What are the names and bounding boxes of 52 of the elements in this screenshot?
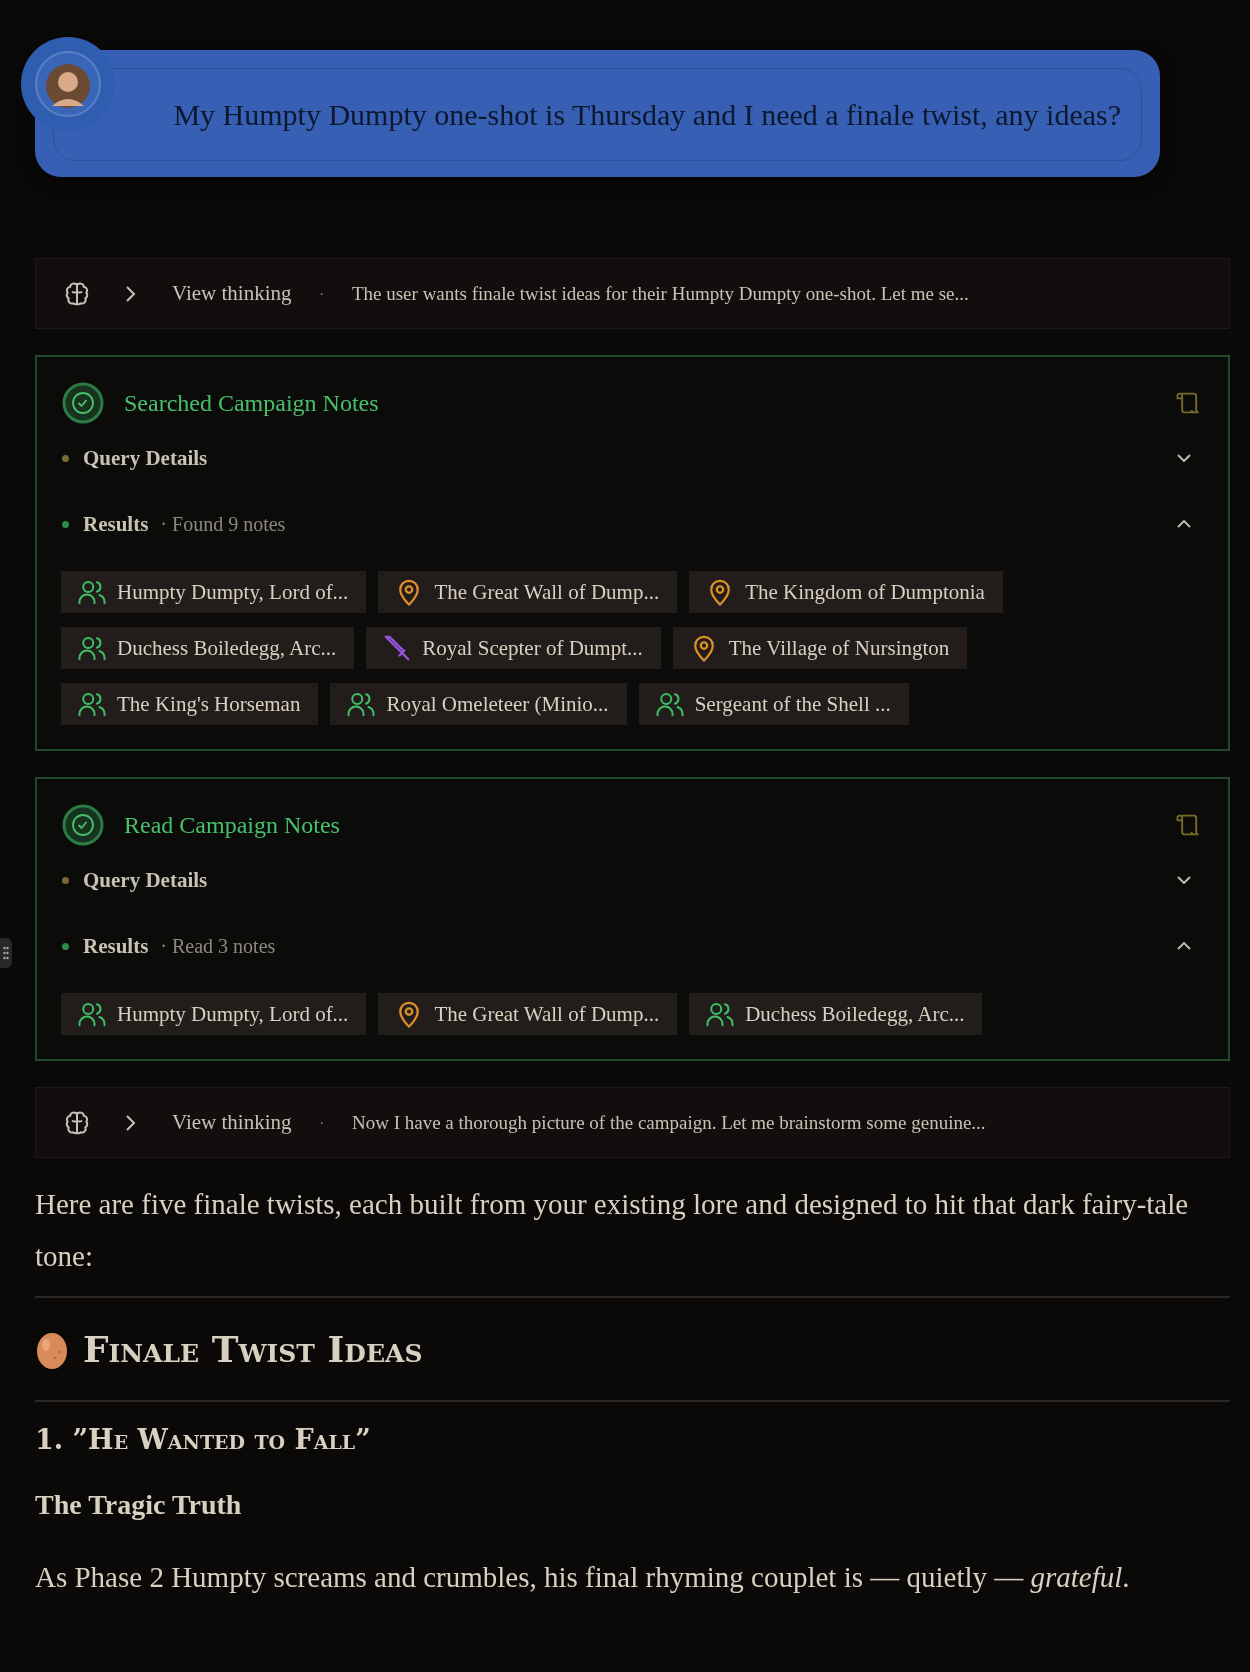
chevron-up-icon — [1176, 941, 1192, 951]
note-chip[interactable]: Humpty Dumpty, Lord of... — [61, 571, 367, 613]
check-circle-icon — [62, 804, 104, 846]
note-chip[interactable]: Duchess Boiledegg, Arc... — [689, 993, 983, 1035]
answer-paragraph: Here are five finale twists, each built from your existing lore and designed to hit that dark fairy-tale tone: — [35, 1187, 1190, 1274]
thinking-preview: The user wants finale twist ideas for their Humpty Dumpty one-shot. Let me se... — [351, 282, 969, 305]
check-circle-icon — [62, 382, 104, 424]
note-chip[interactable]: Humpty Dumpty, Lord of... — [61, 993, 367, 1035]
note-chip[interactable]: Duchess Boiledegg, Arc... — [61, 627, 355, 669]
section-toggle[interactable]: Results · Read 3 notes — [61, 913, 1204, 979]
view-thinking-label: View thinking — [172, 1110, 292, 1135]
separator-dot: · — [319, 1114, 324, 1131]
section-dot — [62, 876, 69, 884]
view-thinking-label: View thinking — [172, 281, 292, 306]
chevron-up-icon — [1176, 519, 1192, 529]
user-message-text: My Humpty Dumpty one-shot is Thursday and I need a finale twist, any ideas? — [173, 97, 1121, 132]
section-label: Query Details — [83, 445, 208, 471]
grip-icon — [3, 946, 9, 960]
section-toggle[interactable]: Query Details — [61, 425, 1204, 491]
section-toggle[interactable]: Query Details — [61, 847, 1204, 913]
note-chip[interactable]: Royal Scepter of Dumpt... — [366, 627, 661, 669]
section-label: Query Details — [83, 867, 208, 893]
note-chip[interactable]: The Great Wall of Dump... — [378, 993, 678, 1035]
chevron-down-icon — [1176, 453, 1192, 463]
subheading: The Tragic Truth — [35, 1489, 243, 1521]
tool-title: Read Campaign Notes — [124, 811, 341, 839]
section-dot — [62, 454, 69, 462]
section-dot — [62, 520, 69, 528]
section-label: Results — [83, 511, 149, 537]
separator-dot: · — [319, 285, 324, 302]
section-dot — [62, 942, 69, 950]
twist-heading: 1. ”He Wanted to Fall” — [35, 1424, 372, 1455]
note-chip[interactable]: Royal Omeleteer (Minio... — [330, 683, 627, 725]
note-chip[interactable]: Sergeant of the Shell ... — [638, 683, 909, 725]
note-chip[interactable]: The Kingdom of Dumptonia — [689, 571, 1003, 613]
section-label: Results — [83, 933, 149, 959]
panel-handle[interactable] — [0, 938, 12, 968]
answer-paragraph: As Phase 2 Humpty screams and crumbles, his final rhyming couplet is — quietly — grateful. — [35, 1560, 1131, 1595]
note-chip[interactable]: The Village of Nursington — [672, 627, 968, 669]
section-heading: Finale Twist Ideas — [83, 1328, 423, 1370]
section-summary: · Found 9 notes — [160, 512, 286, 536]
section-toggle[interactable]: Results · Found 9 notes — [61, 491, 1204, 557]
section-summary: · Read 3 notes — [160, 934, 276, 958]
chevron-right-icon — [124, 283, 138, 304]
thinking-bar[interactable]: View thinking · The user wants finale twist ideas for their Humpty Dumpty one-shot. Let me se... — [35, 258, 1230, 329]
chevron-right-icon — [124, 1112, 138, 1133]
tool-title: Searched Campaign Notes — [124, 389, 380, 417]
note-chip[interactable]: The Great Wall of Dump... — [378, 571, 678, 613]
chevron-down-icon — [1176, 875, 1192, 885]
note-chip[interactable]: The King's Horseman — [61, 683, 319, 725]
thinking-preview: Now I have a thorough picture of the campaign. Let me brainstorm some genuine... — [351, 1111, 986, 1134]
thinking-bar[interactable]: View thinking · Now I have a thorough picture of the campaign. Let me brainstorm some genuine... — [35, 1087, 1230, 1158]
